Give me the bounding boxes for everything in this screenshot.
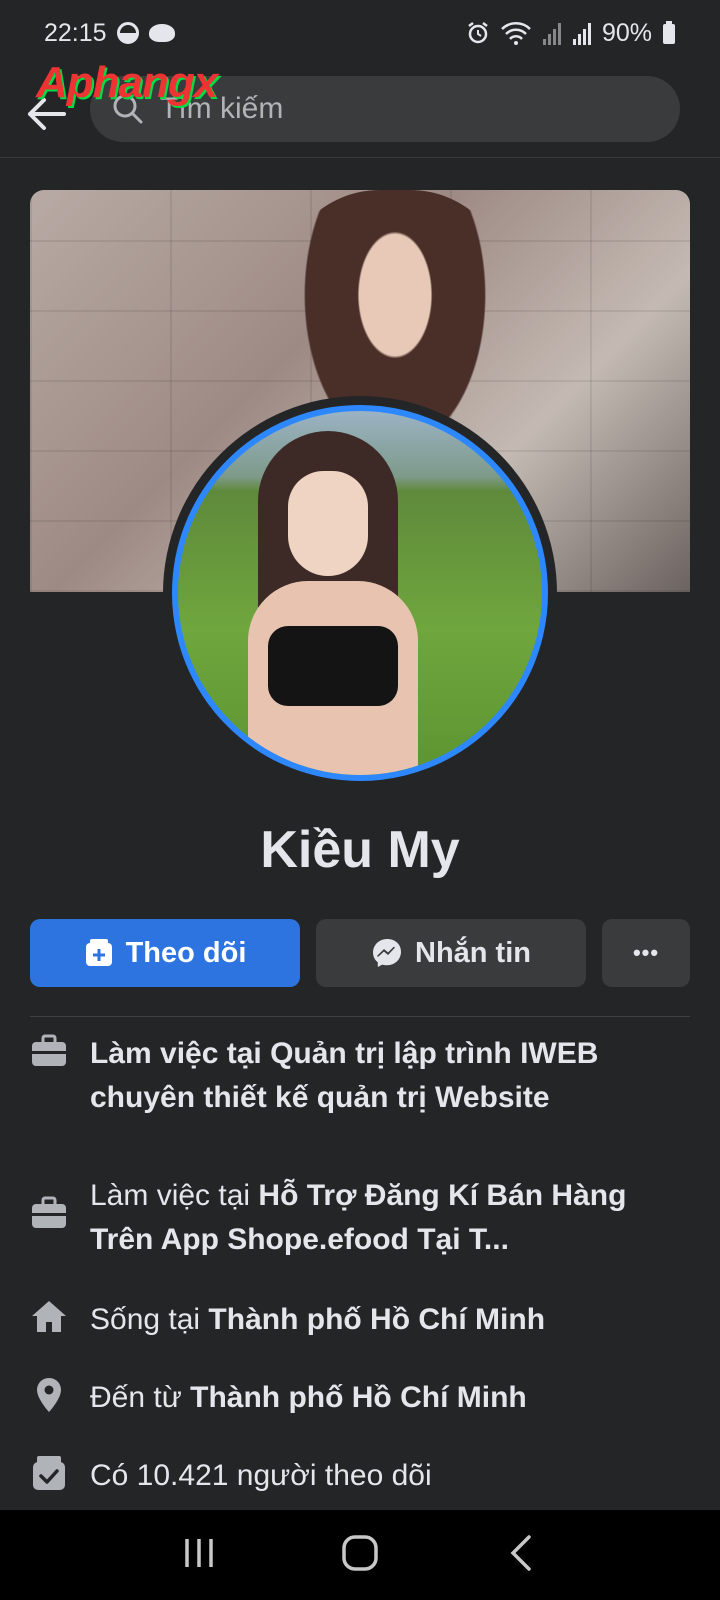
- follow-icon: [85, 939, 112, 966]
- system-nav-bar: [0, 1510, 720, 1600]
- status-left: 22:15: [44, 19, 175, 48]
- home-circle-icon: [342, 1534, 378, 1571]
- more-button[interactable]: •••: [602, 919, 690, 987]
- briefcase-icon: [30, 1032, 68, 1070]
- signal-icon-1: [542, 23, 561, 45]
- avatar-photo: [172, 405, 548, 781]
- more-icon: •••: [632, 940, 660, 965]
- info-from-value[interactable]: Thành phố Hồ Chí Minh: [190, 1381, 527, 1414]
- info-from-prefix: Đến từ: [90, 1381, 191, 1414]
- signal-icon-2: [572, 23, 591, 45]
- notification-icon: [116, 22, 139, 44]
- info-from-text: Đến từ Thành phố Hồ Chí Minh: [90, 1376, 527, 1420]
- profile-name: Kiều My: [260, 821, 460, 879]
- info-lives-text: Sống tại Thành phố Hồ Chí Minh: [90, 1298, 545, 1342]
- action-buttons: Theo dõi Nhắn tin •••: [30, 919, 690, 987]
- avatar-top: [268, 626, 398, 706]
- status-time: 22:15: [44, 18, 107, 47]
- status-right: 90%: [466, 19, 676, 48]
- wifi-icon: [501, 22, 531, 45]
- info-lives-value[interactable]: Thành phố Hồ Chí Minh: [208, 1303, 545, 1336]
- divider: [30, 1016, 690, 1017]
- info-work-2-prefix: Làm việc tại: [90, 1179, 259, 1212]
- info-work-1-value: Làm việc tại Quản trị lập trình IWEB chu…: [90, 1037, 599, 1114]
- followers-icon: [30, 1454, 68, 1492]
- info-lives: Sống tại Thành phố Hồ Chí Minh: [30, 1298, 690, 1342]
- info-followers-text[interactable]: Có 10.421 người theo dõi: [90, 1454, 432, 1498]
- info-work-1: Làm việc tại Quản trị lập trình IWEB chu…: [30, 1032, 690, 1120]
- battery-percent: 90%: [601, 18, 652, 47]
- chevron-left-icon: [510, 1534, 531, 1571]
- info-followers: Có 10.421 người theo dõi: [30, 1454, 690, 1498]
- info-work-1-text: Làm việc tại Quản trị lập trình IWEB chu…: [90, 1032, 690, 1120]
- system-back-button[interactable]: [503, 1533, 539, 1578]
- home-button[interactable]: [340, 1533, 380, 1578]
- battery-icon: [663, 21, 675, 44]
- home-icon: [30, 1298, 68, 1336]
- info-work-2-text: Làm việc tại Hỗ Trợ Đăng Kí Bán Hàng Trê…: [90, 1174, 690, 1262]
- follow-button[interactable]: Theo dõi: [30, 919, 300, 987]
- briefcase-icon: [30, 1194, 68, 1232]
- alarm-icon: [468, 22, 488, 44]
- recent-apps-icon: [185, 1538, 214, 1567]
- watermark-logo: Aphangx: [36, 58, 218, 107]
- cloud-icon: [148, 24, 175, 42]
- info-work-2: Làm việc tại Hỗ Trợ Đăng Kí Bán Hàng Trê…: [30, 1174, 690, 1262]
- location-pin-icon: [30, 1376, 68, 1414]
- profile-avatar[interactable]: [163, 396, 557, 790]
- recent-apps-button[interactable]: [181, 1535, 217, 1576]
- avatar-face: [288, 471, 368, 576]
- status-bar: 22:15 90%: [0, 0, 720, 66]
- messenger-icon: [373, 939, 401, 967]
- info-lives-prefix: Sống tại: [90, 1303, 209, 1336]
- message-button[interactable]: Nhắn tin: [316, 919, 586, 987]
- follow-label: Theo dõi: [125, 936, 247, 969]
- message-label: Nhắn tin: [415, 936, 531, 969]
- info-from: Đến từ Thành phố Hồ Chí Minh: [30, 1376, 690, 1420]
